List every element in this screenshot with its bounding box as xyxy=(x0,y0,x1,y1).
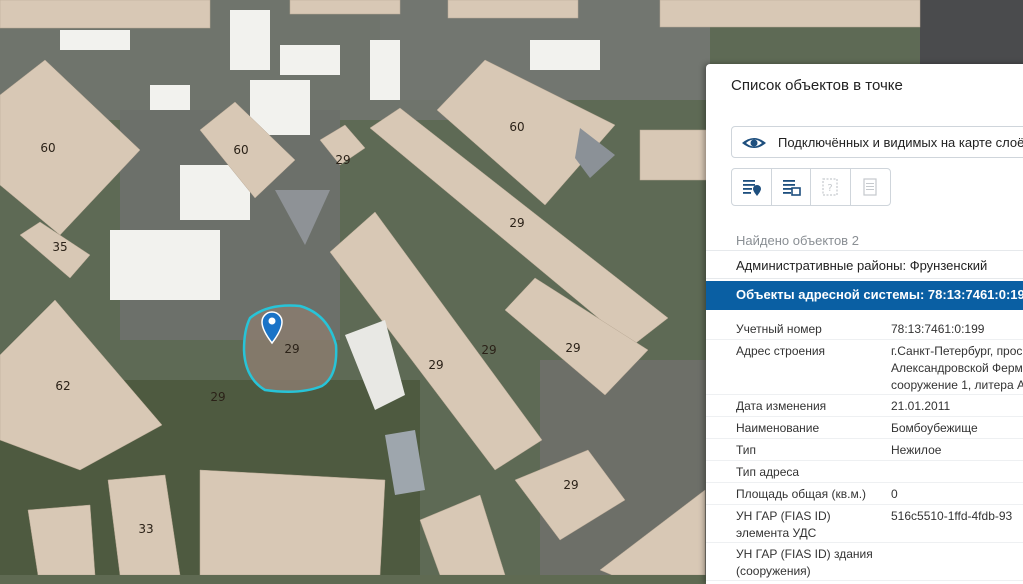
attribute-row: Тип Нежилое xyxy=(706,439,1023,461)
attribute-key: Адрес строения xyxy=(736,344,826,358)
attribute-row: Дата изменения 21.01.2011 xyxy=(706,395,1023,417)
document-tool[interactable] xyxy=(851,169,890,205)
attribute-row: Наименование Бомбоубежище xyxy=(706,417,1023,439)
parcel-label: 35 xyxy=(52,240,67,254)
help-frame-icon: ? xyxy=(822,178,838,196)
attribute-value: 21.01.2011 xyxy=(891,398,1023,415)
attribute-key: Площадь общая (кв.м.) xyxy=(736,487,867,501)
parcel-label: 62 xyxy=(55,379,70,393)
attribute-row: Адрес строения г.Санкт-Петербург, проспек… xyxy=(706,340,1023,395)
attribute-key: Наименование xyxy=(736,421,820,435)
attribute-key: УН ГАР (FIAS ID) элемента УДС xyxy=(736,509,831,540)
parcel-label: 29 xyxy=(428,358,443,372)
attribute-value-line: 516c5510-1ffd-4fdb-93 xyxy=(891,509,1013,523)
attribute-value: Бомбоубежище xyxy=(891,420,1023,437)
attribute-value: 516c5510-1ffd-4fdb-93 xyxy=(891,508,1023,525)
list-pin-tool[interactable] xyxy=(732,169,772,205)
result-item-district[interactable]: Административные районы: Фрунзенский xyxy=(736,258,987,273)
attribute-key: Дата изменения xyxy=(736,399,827,413)
attribute-value-line: Нежилое xyxy=(891,443,942,457)
parcel-label: 60 xyxy=(40,141,55,155)
attribute-value: г.Санкт-Петербург, проспект Александровск… xyxy=(891,343,1023,394)
attribute-key: Тип адреса xyxy=(736,465,800,479)
parcel-label: 29 xyxy=(509,216,524,230)
attribute-row: УН ГАР (FIAS ID) элемента УДС 516c5510-1f… xyxy=(706,505,1023,543)
attribute-value: Нежилое xyxy=(891,442,1023,459)
attribute-value-line: г.Санкт-Петербург, проспект xyxy=(891,344,1023,358)
parcel-label: 29 xyxy=(563,478,578,492)
help-tool[interactable]: ? xyxy=(811,169,851,205)
parcel-label: 29 xyxy=(481,343,496,357)
layers-button[interactable]: Подключённых и видимых на карте слоёв xyxy=(731,126,1023,158)
result-item-selected-label: Объекты адресной системы: 78:13:7461:0:1… xyxy=(736,287,1023,302)
list-area-tool[interactable] xyxy=(772,169,811,205)
parcel-label: 29 xyxy=(335,153,350,167)
attribute-value: 78:13:7461:0:199 xyxy=(891,321,1023,338)
parcel-label: 60 xyxy=(509,120,524,134)
attribute-value-line: Бомбоубежище xyxy=(891,421,978,435)
attribute-row: УН ГАР (FIAS ID) здания (сооружения) xyxy=(706,543,1023,581)
attribute-value-line: 21.01.2011 xyxy=(891,399,951,413)
list-area-icon xyxy=(782,180,801,196)
attribute-key: Учетный номер xyxy=(736,322,822,336)
attributes-table: Учетный номер 78:13:7461:0:199 Адрес строе… xyxy=(706,318,1023,581)
attribute-value-line: 78:13:7461:0:199 xyxy=(891,322,985,336)
attribute-key: Тип xyxy=(736,443,757,457)
attribute-value-line: Александровской Фермы, xyxy=(891,361,1023,375)
parcel-label: 29 xyxy=(210,390,225,404)
attribute-value-line: 0 xyxy=(891,487,898,501)
parcel-label: 29 xyxy=(284,342,299,356)
objects-panel: Список объектов в точке Подключённых и в… xyxy=(706,64,1023,584)
attribute-row: Тип адреса xyxy=(706,461,1023,483)
panel-title: Список объектов в точке xyxy=(731,77,903,94)
parcel-label: 60 xyxy=(233,143,248,157)
layers-button-label: Подключённых и видимых на карте слоёв xyxy=(778,135,1023,150)
divider xyxy=(706,250,1023,251)
toolbar: ? xyxy=(731,168,891,206)
list-pin-icon xyxy=(743,180,762,196)
attribute-row: Учетный номер 78:13:7461:0:199 xyxy=(706,318,1023,340)
divider xyxy=(706,278,1023,279)
found-count: Найдено объектов 2 xyxy=(736,233,859,248)
document-icon xyxy=(863,178,877,196)
parcel-label: 33 xyxy=(138,522,153,536)
svg-text:?: ? xyxy=(828,183,833,194)
result-item-selected[interactable]: Объекты адресной системы: 78:13:7461:0:1… xyxy=(706,281,1023,310)
attribute-row: Площадь общая (кв.м.) 0 xyxy=(706,483,1023,505)
layers-eye-icon xyxy=(742,138,766,148)
parcel-label: 29 xyxy=(565,341,580,355)
attribute-value: 0 xyxy=(891,486,1023,503)
attribute-value-line: сооружение 1, литера А xyxy=(891,378,1023,392)
